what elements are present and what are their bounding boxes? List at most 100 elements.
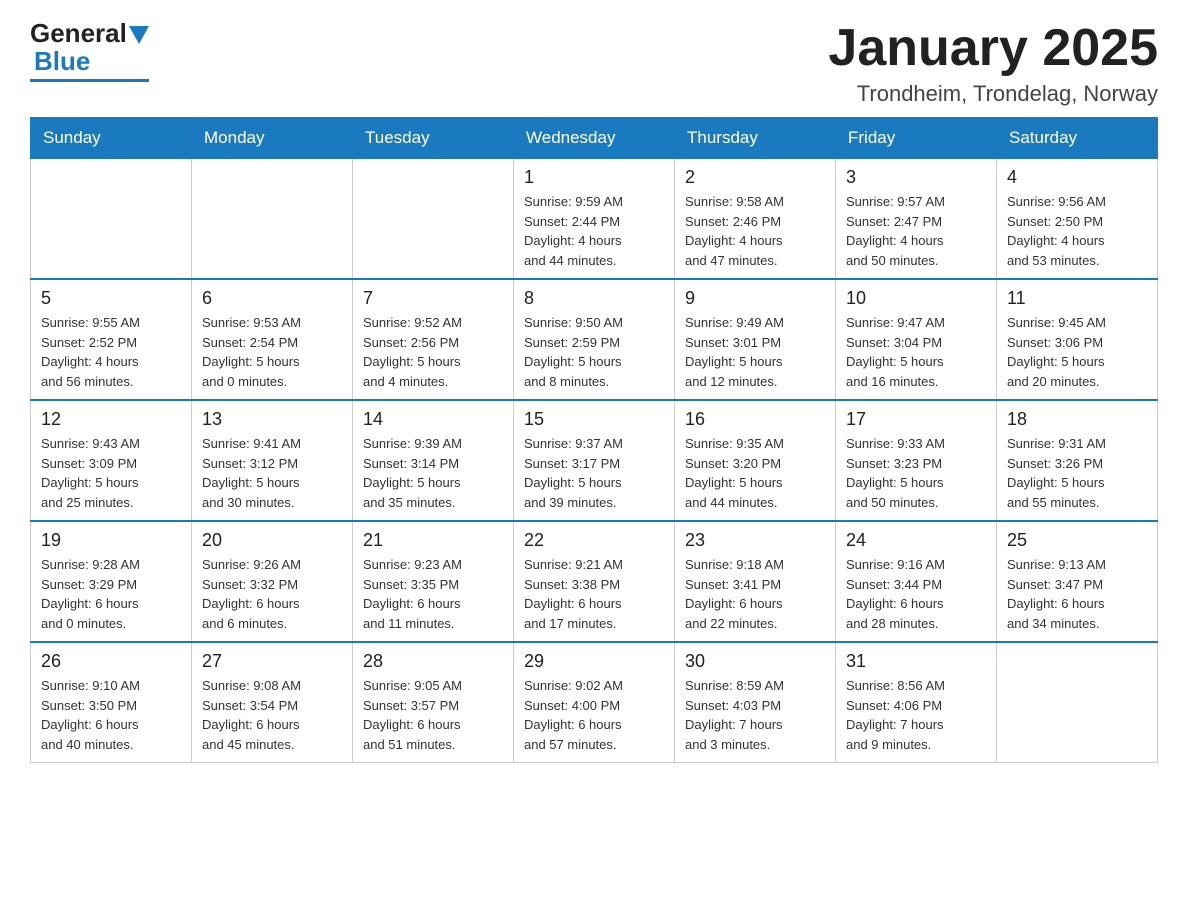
calendar-day-cell: 2 Sunrise: 9:58 AMSunset: 2:46 PMDaylight… — [675, 159, 836, 280]
calendar-day-cell: 17Sunrise: 9:33 AMSunset: 3:23 PMDayligh… — [836, 400, 997, 521]
day-number: 29 — [524, 651, 664, 672]
day-number: 26 — [41, 651, 181, 672]
day-number: 7 — [363, 288, 503, 309]
day-info: Sunrise: 8:59 AMSunset: 4:03 PMDaylight:… — [685, 676, 825, 754]
day-number: 25 — [1007, 530, 1147, 551]
day-info: Sunrise: 9:52 AMSunset: 2:56 PMDaylight:… — [363, 313, 503, 391]
weekday-header-monday: Monday — [192, 118, 353, 159]
calendar-day-cell: 22Sunrise: 9:21 AMSunset: 3:38 PMDayligh… — [514, 521, 675, 642]
weekday-header-tuesday: Tuesday — [353, 118, 514, 159]
calendar-day-cell: 11Sunrise: 9:45 AMSunset: 3:06 PMDayligh… — [997, 279, 1158, 400]
day-info: Sunrise: 9:10 AMSunset: 3:50 PMDaylight:… — [41, 676, 181, 754]
day-info: Sunrise: 9:02 AMSunset: 4:00 PMDaylight:… — [524, 676, 664, 754]
day-info: Sunrise: 9:18 AMSunset: 3:41 PMDaylight:… — [685, 555, 825, 633]
calendar-day-cell: 30 Sunrise: 8:59 AMSunset: 4:03 PMDayligh… — [675, 642, 836, 763]
day-info: Sunrise: 9:39 AMSunset: 3:14 PMDaylight:… — [363, 434, 503, 512]
day-number: 8 — [524, 288, 664, 309]
day-info: Sunrise: 9:37 AMSunset: 3:17 PMDaylight:… — [524, 434, 664, 512]
weekday-header-wednesday: Wednesday — [514, 118, 675, 159]
day-info: Sunrise: 9:50 AMSunset: 2:59 PMDaylight:… — [524, 313, 664, 391]
day-number: 28 — [363, 651, 503, 672]
calendar-week-row: 12 Sunrise: 9:43 AMSunset: 3:09 PMDayligh… — [31, 400, 1158, 521]
calendar-day-cell: 28 Sunrise: 9:05 AMSunset: 3:57 PMDayligh… — [353, 642, 514, 763]
day-number: 24 — [846, 530, 986, 551]
calendar-day-cell: 14 Sunrise: 9:39 AMSunset: 3:14 PMDayligh… — [353, 400, 514, 521]
day-number: 1 — [524, 167, 664, 188]
calendar-day-cell: 8 Sunrise: 9:50 AMSunset: 2:59 PMDaylight… — [514, 279, 675, 400]
day-number: 22 — [524, 530, 664, 551]
day-info: Sunrise: 9:23 AMSunset: 3:35 PMDaylight:… — [363, 555, 503, 633]
calendar-day-cell: 19 Sunrise: 9:28 AMSunset: 3:29 PMDayligh… — [31, 521, 192, 642]
calendar-week-row: 1 Sunrise: 9:59 AMSunset: 2:44 PMDaylight… — [31, 159, 1158, 280]
day-number: 21 — [363, 530, 503, 551]
day-number: 14 — [363, 409, 503, 430]
day-info: Sunrise: 9:41 AMSunset: 3:12 PMDaylight:… — [202, 434, 342, 512]
calendar-day-cell: 27Sunrise: 9:08 AMSunset: 3:54 PMDayligh… — [192, 642, 353, 763]
month-title: January 2025 — [828, 20, 1158, 77]
calendar-table: SundayMondayTuesdayWednesdayThursdayFrid… — [30, 117, 1158, 763]
calendar-day-cell: 6 Sunrise: 9:53 AMSunset: 2:54 PMDaylight… — [192, 279, 353, 400]
day-number: 6 — [202, 288, 342, 309]
day-info: Sunrise: 9:16 AMSunset: 3:44 PMDaylight:… — [846, 555, 986, 633]
calendar-day-cell: 20 Sunrise: 9:26 AMSunset: 3:32 PMDayligh… — [192, 521, 353, 642]
calendar-day-cell: 5 Sunrise: 9:55 AMSunset: 2:52 PMDaylight… — [31, 279, 192, 400]
calendar-day-cell: 10 Sunrise: 9:47 AMSunset: 3:04 PMDayligh… — [836, 279, 997, 400]
day-info: Sunrise: 9:55 AMSunset: 2:52 PMDaylight:… — [41, 313, 181, 391]
day-info: Sunrise: 9:28 AMSunset: 3:29 PMDaylight:… — [41, 555, 181, 633]
day-info: Sunrise: 9:56 AMSunset: 2:50 PMDaylight:… — [1007, 192, 1147, 270]
logo-underline — [30, 79, 149, 82]
calendar-day-cell: 23 Sunrise: 9:18 AMSunset: 3:41 PMDayligh… — [675, 521, 836, 642]
calendar-day-cell: 25 Sunrise: 9:13 AMSunset: 3:47 PMDayligh… — [997, 521, 1158, 642]
calendar-day-cell: 9Sunrise: 9:49 AMSunset: 3:01 PMDaylight… — [675, 279, 836, 400]
logo: General Blue — [30, 20, 149, 82]
calendar-day-cell: 31 Sunrise: 8:56 AMSunset: 4:06 PMDayligh… — [836, 642, 997, 763]
day-number: 5 — [41, 288, 181, 309]
calendar-day-cell: 18 Sunrise: 9:31 AMSunset: 3:26 PMDayligh… — [997, 400, 1158, 521]
calendar-day-cell: 12 Sunrise: 9:43 AMSunset: 3:09 PMDayligh… — [31, 400, 192, 521]
day-info: Sunrise: 9:35 AMSunset: 3:20 PMDaylight:… — [685, 434, 825, 512]
day-info: Sunrise: 9:43 AMSunset: 3:09 PMDaylight:… — [41, 434, 181, 512]
day-info: Sunrise: 9:05 AMSunset: 3:57 PMDaylight:… — [363, 676, 503, 754]
logo-blue-text: Blue — [34, 46, 90, 77]
calendar-day-cell — [31, 159, 192, 280]
day-info: Sunrise: 9:47 AMSunset: 3:04 PMDaylight:… — [846, 313, 986, 391]
day-number: 30 — [685, 651, 825, 672]
day-number: 23 — [685, 530, 825, 551]
weekday-header-sunday: Sunday — [31, 118, 192, 159]
day-number: 31 — [846, 651, 986, 672]
day-number: 2 — [685, 167, 825, 188]
day-number: 18 — [1007, 409, 1147, 430]
calendar-day-cell — [353, 159, 514, 280]
calendar-day-cell: 7 Sunrise: 9:52 AMSunset: 2:56 PMDaylight… — [353, 279, 514, 400]
day-info: Sunrise: 9:58 AMSunset: 2:46 PMDaylight:… — [685, 192, 825, 270]
day-number: 27 — [202, 651, 342, 672]
calendar-day-cell: 1 Sunrise: 9:59 AMSunset: 2:44 PMDaylight… — [514, 159, 675, 280]
calendar-week-row: 26 Sunrise: 9:10 AMSunset: 3:50 PMDayligh… — [31, 642, 1158, 763]
title-area: January 2025 Trondheim, Trondelag, Norwa… — [828, 20, 1158, 107]
day-info: Sunrise: 9:59 AMSunset: 2:44 PMDaylight:… — [524, 192, 664, 270]
day-number: 10 — [846, 288, 986, 309]
day-info: Sunrise: 8:56 AMSunset: 4:06 PMDaylight:… — [846, 676, 986, 754]
calendar-day-cell: 29 Sunrise: 9:02 AMSunset: 4:00 PMDayligh… — [514, 642, 675, 763]
logo-general-text: General — [30, 20, 127, 46]
calendar-day-cell: 4 Sunrise: 9:56 AMSunset: 2:50 PMDaylight… — [997, 159, 1158, 280]
logo-triangle-icon — [129, 26, 149, 44]
day-info: Sunrise: 9:53 AMSunset: 2:54 PMDaylight:… — [202, 313, 342, 391]
day-info: Sunrise: 9:26 AMSunset: 3:32 PMDaylight:… — [202, 555, 342, 633]
weekday-header-row: SundayMondayTuesdayWednesdayThursdayFrid… — [31, 118, 1158, 159]
calendar-day-cell: 15 Sunrise: 9:37 AMSunset: 3:17 PMDayligh… — [514, 400, 675, 521]
day-number: 20 — [202, 530, 342, 551]
day-number: 15 — [524, 409, 664, 430]
day-number: 4 — [1007, 167, 1147, 188]
day-info: Sunrise: 9:31 AMSunset: 3:26 PMDaylight:… — [1007, 434, 1147, 512]
header: General Blue January 2025 Trondheim, Tro… — [30, 20, 1158, 107]
day-info: Sunrise: 9:13 AMSunset: 3:47 PMDaylight:… — [1007, 555, 1147, 633]
day-number: 12 — [41, 409, 181, 430]
weekday-header-thursday: Thursday — [675, 118, 836, 159]
weekday-header-saturday: Saturday — [997, 118, 1158, 159]
day-number: 9 — [685, 288, 825, 309]
calendar-day-cell: 16Sunrise: 9:35 AMSunset: 3:20 PMDayligh… — [675, 400, 836, 521]
calendar-day-cell — [997, 642, 1158, 763]
day-number: 19 — [41, 530, 181, 551]
calendar-week-row: 5 Sunrise: 9:55 AMSunset: 2:52 PMDaylight… — [31, 279, 1158, 400]
